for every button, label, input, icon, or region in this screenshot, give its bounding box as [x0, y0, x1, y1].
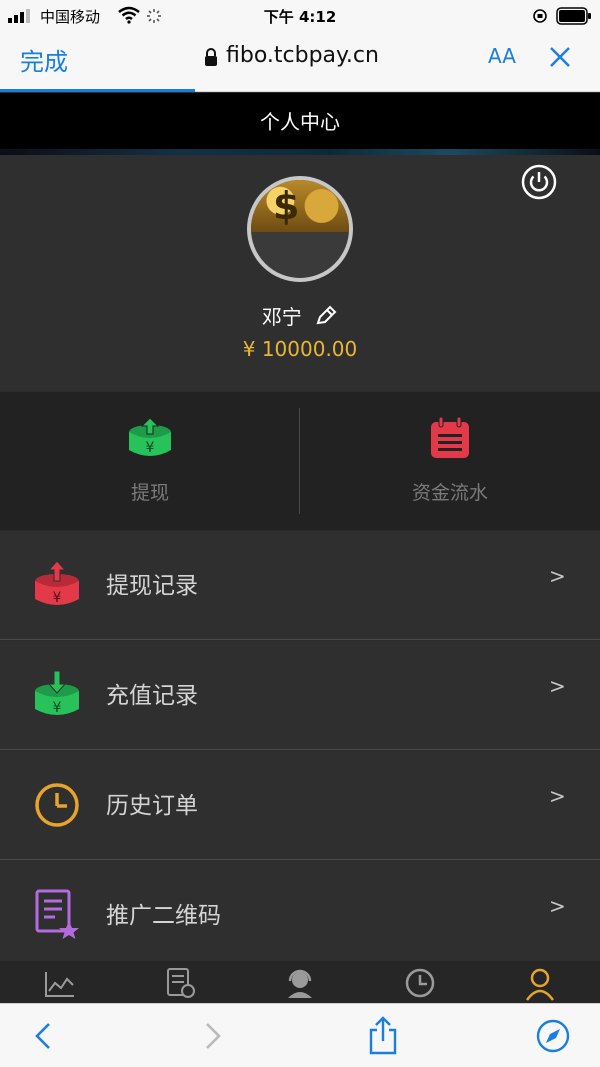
- balance-amount: ¥ 10000.00: [242, 337, 358, 361]
- menu-item-order-history[interactable]: 历史订单 >: [0, 751, 600, 860]
- withdraw-action[interactable]: ¥ 提现: [0, 392, 300, 530]
- quick-actions: ¥ 提现 资金流水: [0, 392, 600, 530]
- share-icon[interactable]: [367, 1016, 399, 1056]
- menu-label: 充值记录: [106, 683, 198, 709]
- tab-market[interactable]: [0, 965, 120, 1003]
- user-name: 邓宁: [261, 305, 302, 329]
- withdraw-label: 提现: [130, 482, 169, 504]
- lock-icon: [205, 48, 217, 66]
- status-bar: 中国移动 下午 4:12: [0, 0, 600, 30]
- chevron-right-icon: >: [549, 784, 566, 808]
- tab-support[interactable]: [240, 965, 360, 1003]
- tab-profile[interactable]: [480, 965, 600, 1003]
- text-size-button[interactable]: AA: [488, 44, 516, 68]
- menu-label: 推广二维码: [106, 903, 221, 929]
- document-clock-icon: [167, 968, 195, 998]
- ledger-icon: [431, 416, 469, 458]
- menu-item-recharge-records[interactable]: ¥ 充值记录 >: [0, 641, 600, 750]
- withdraw-icon: ¥: [129, 418, 171, 456]
- qr-document-icon: [35, 889, 79, 939]
- bottom-tab-bar: [0, 961, 600, 1003]
- compass-icon[interactable]: [536, 1019, 570, 1053]
- chevron-right-icon: >: [549, 894, 566, 918]
- tab-trade-records[interactable]: [120, 965, 240, 1003]
- done-button[interactable]: 完成: [20, 42, 68, 77]
- page-load-progress: [0, 89, 195, 92]
- chart-icon: [45, 972, 74, 997]
- clock-time: 下午 4:12: [263, 8, 337, 26]
- dollar-icon: $: [273, 184, 300, 228]
- safari-toolbar: [0, 1003, 600, 1067]
- safari-address-bar: 完成 fibo.tcbpay.cn AA: [0, 30, 600, 92]
- user-icon: [525, 968, 555, 1001]
- menu-label: 历史订单: [106, 793, 198, 819]
- chevron-right-icon: >: [549, 564, 566, 588]
- svg-text:¥: ¥: [53, 590, 62, 606]
- tab-history[interactable]: [360, 965, 480, 1003]
- back-icon[interactable]: [34, 1022, 52, 1050]
- withdraw-record-icon: ¥: [35, 560, 79, 606]
- coins-image: [251, 180, 349, 232]
- url-field[interactable]: fibo.tcbpay.cn: [226, 43, 379, 68]
- avatar[interactable]: $: [247, 176, 353, 282]
- orientation-lock-icon: [533, 9, 547, 23]
- menu-item-withdraw-records[interactable]: ¥ 提现记录 >: [0, 531, 600, 640]
- profile-card: $ 邓宁 ¥ 10000.00: [0, 155, 600, 391]
- battery-icon: [556, 7, 591, 25]
- svg-text:¥: ¥: [146, 440, 155, 456]
- svg-text:¥: ¥: [53, 700, 62, 716]
- user-name-row: 邓宁: [0, 301, 600, 330]
- support-agent-icon: [288, 969, 312, 998]
- menu-item-promo-qr[interactable]: 推广二维码 >: [0, 861, 600, 970]
- page-title: 个人中心: [0, 93, 600, 151]
- ledger-action[interactable]: 资金流水: [300, 392, 600, 530]
- power-icon[interactable]: [521, 164, 557, 200]
- chevron-right-icon: >: [549, 674, 566, 698]
- clock-icon: [405, 968, 435, 998]
- menu-label: 提现记录: [106, 573, 198, 599]
- recharge-record-icon: ¥: [35, 670, 79, 716]
- forward-icon[interactable]: [204, 1022, 222, 1050]
- ledger-label: 资金流水: [411, 482, 488, 504]
- close-icon[interactable]: [549, 46, 571, 68]
- clock-icon: [35, 783, 79, 827]
- edit-pencil-icon[interactable]: [314, 305, 338, 327]
